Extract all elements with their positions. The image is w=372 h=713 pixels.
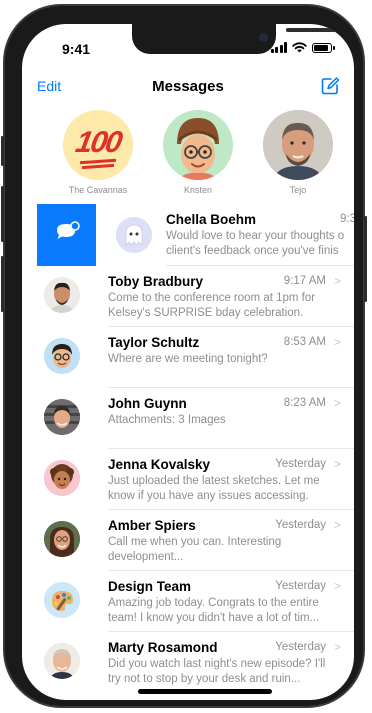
conversation-row[interactable]: Amber Spiers Yesterday > Call me when yo… bbox=[22, 510, 354, 571]
message-preview: Would love to hear your thoughts o clien… bbox=[166, 229, 344, 259]
contact-name: Marty Rosamond bbox=[108, 640, 218, 655]
message-preview: Attachments: 3 Images bbox=[108, 414, 226, 426]
avatar bbox=[44, 277, 80, 313]
chevron-right-icon: > bbox=[333, 396, 341, 410]
message-preview: Did you watch last night's new episode? … bbox=[108, 658, 326, 685]
message-time: 8:23 AM bbox=[283, 397, 326, 409]
unread-bubble-icon bbox=[57, 221, 80, 239]
message-time: 8:53 AM bbox=[283, 336, 326, 348]
phone-frame: 9:41 Edit Messages 100 The Cavannas Kris… bbox=[1, 6, 367, 706]
conversation-preview[interactable]: Chella Boehm 9:3 Would love to hear your… bbox=[96, 204, 354, 266]
volume-down-button bbox=[1, 256, 4, 312]
mark-unread-button[interactable] bbox=[37, 204, 96, 266]
mute-switch bbox=[1, 136, 4, 166]
avatar bbox=[44, 521, 80, 557]
avatar bbox=[44, 582, 80, 618]
person-photo-icon bbox=[44, 643, 80, 679]
memoji-avatar-icon bbox=[177, 118, 219, 180]
conversation-row[interactable]: Toby Bradbury 9:17 AM > Come to the conf… bbox=[22, 266, 354, 327]
pin-kristen[interactable]: Kristen bbox=[163, 110, 233, 195]
message-preview: Just uploaded the latest sketches. Let m… bbox=[108, 475, 320, 502]
power-button bbox=[364, 216, 367, 302]
avatar bbox=[44, 399, 80, 435]
message-time: 9:17 AM bbox=[283, 275, 326, 287]
conversation-row[interactable]: Jenna Kovalsky Yesterday > Just uploaded… bbox=[22, 449, 354, 510]
artist-palette-icon bbox=[44, 582, 80, 618]
contact-name: Design Team bbox=[108, 579, 192, 594]
contact-name: Chella Boehm bbox=[166, 212, 257, 227]
contact-name: Jenna Kovalsky bbox=[108, 457, 211, 472]
avatar bbox=[163, 110, 233, 180]
pin-label: Kristen bbox=[183, 185, 212, 195]
speaker bbox=[286, 28, 340, 32]
avatar bbox=[116, 217, 152, 253]
chevron-right-icon: > bbox=[333, 335, 341, 349]
person-photo-icon bbox=[263, 110, 333, 180]
preview-line: client's feedback once you've finis bbox=[166, 245, 339, 257]
memoji-avatar-icon bbox=[44, 338, 80, 374]
memoji-avatar-icon bbox=[44, 460, 80, 496]
ghost-memoji-icon bbox=[116, 217, 152, 253]
avatar bbox=[44, 460, 80, 496]
home-indicator[interactable] bbox=[138, 689, 272, 694]
cellular-signal-icon bbox=[270, 42, 287, 53]
page-title: Messages bbox=[152, 78, 224, 95]
hundred-points-icon: 100 bbox=[73, 126, 124, 159]
conversation-row-swiped[interactable]: Chella Boehm 9:3 Would love to hear your… bbox=[22, 204, 354, 266]
compose-icon[interactable] bbox=[320, 76, 340, 96]
pin-the-cavannas[interactable]: 100 The Cavannas bbox=[63, 110, 133, 195]
pin-label: Tejo bbox=[289, 185, 307, 195]
avatar bbox=[44, 643, 80, 679]
contact-name: Toby Bradbury bbox=[108, 274, 204, 289]
pin-tejo[interactable]: Tejo bbox=[263, 110, 333, 195]
message-time: Yesterday bbox=[275, 519, 326, 531]
message-time: Yesterday bbox=[275, 458, 326, 470]
message-preview: Amazing job today. Congrats to the entir… bbox=[108, 597, 320, 624]
conversation-row[interactable]: John Guynn 8:23 AM > Attachments: 3 Imag… bbox=[22, 388, 354, 449]
pin-label: The Cavannas bbox=[68, 185, 128, 195]
contact-name: John Guynn bbox=[108, 396, 187, 411]
avatar bbox=[44, 338, 80, 374]
message-time: Yesterday bbox=[275, 641, 326, 653]
conversation-list: Chella Boehm 9:3 Would love to hear your… bbox=[22, 204, 354, 693]
navigation-bar: Edit Messages bbox=[22, 76, 354, 100]
group-avatar: 100 bbox=[63, 110, 133, 180]
conversation-row[interactable]: Design Team Yesterday > Amazing job toda… bbox=[22, 571, 354, 632]
contact-name: Taylor Schultz bbox=[108, 335, 200, 350]
wifi-icon bbox=[292, 42, 307, 53]
conversation-row[interactable]: Taylor Schultz 8:53 AM > Where are we me… bbox=[22, 327, 354, 388]
conversation-row[interactable]: Marty Rosamond Yesterday > Did you watch… bbox=[22, 632, 354, 693]
pinned-conversations: 100 The Cavannas Kristen Tejo bbox=[22, 110, 354, 200]
battery-icon bbox=[312, 42, 335, 53]
message-preview: Call me when you can. Interesting develo… bbox=[108, 536, 282, 563]
person-photo-icon bbox=[44, 277, 80, 313]
chevron-right-icon: > bbox=[333, 579, 341, 593]
person-photo-icon bbox=[44, 399, 80, 435]
notch bbox=[132, 24, 340, 54]
avatar bbox=[263, 110, 333, 180]
status-icons bbox=[270, 42, 335, 53]
chevron-right-icon: > bbox=[333, 457, 341, 471]
chevron-right-icon: > bbox=[333, 518, 341, 532]
message-preview: Where are we meeting tonight? bbox=[108, 353, 268, 365]
chevron-right-icon: > bbox=[333, 274, 341, 288]
screen: 9:41 Edit Messages 100 The Cavannas Kris… bbox=[22, 24, 354, 700]
camera bbox=[259, 33, 268, 42]
volume-up-button bbox=[1, 186, 4, 242]
message-preview: Come to the conference room at 1pm for K… bbox=[108, 292, 316, 319]
preview-line: Would love to hear your thoughts o bbox=[166, 230, 345, 242]
message-time: Yesterday bbox=[275, 580, 326, 592]
chevron-right-icon: > bbox=[333, 640, 341, 654]
status-time: 9:41 bbox=[62, 41, 91, 57]
contact-name: Amber Spiers bbox=[108, 518, 196, 533]
message-time: 9:3 bbox=[340, 213, 354, 225]
person-photo-icon bbox=[44, 521, 80, 557]
